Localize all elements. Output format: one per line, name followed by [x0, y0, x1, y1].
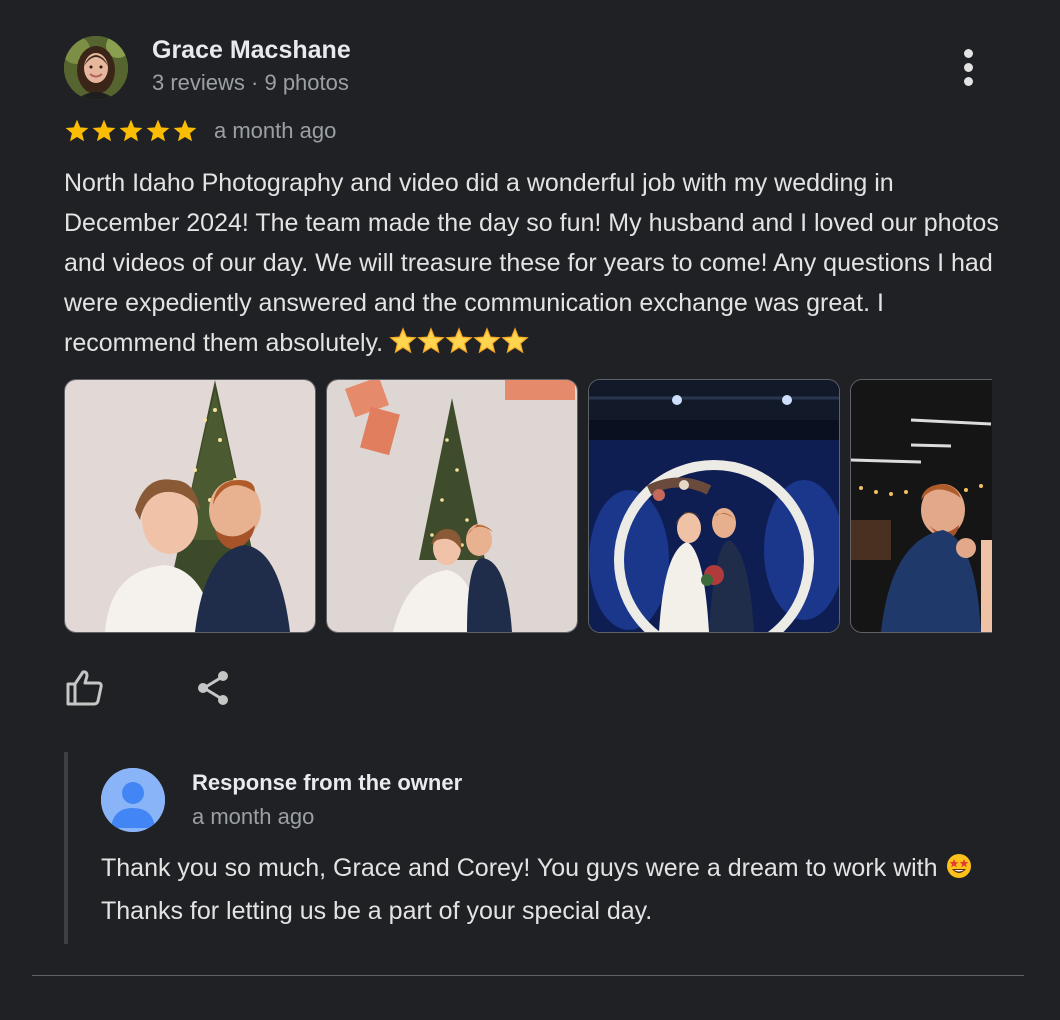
- owner-avatar: [101, 768, 165, 832]
- star-emoji-icon: [417, 327, 445, 354]
- star-rating: [64, 118, 198, 144]
- thumbs-up-icon: [66, 670, 103, 706]
- more-vert-icon-dot: [963, 76, 973, 86]
- wedding-photo-4[interactable]: [850, 379, 992, 633]
- more-options-button[interactable]: [948, 44, 988, 90]
- like-button[interactable]: [64, 666, 108, 710]
- star-icon: [119, 119, 143, 142]
- star-emoji-icon: [473, 327, 501, 354]
- person-icon: [101, 768, 165, 832]
- share-icon: [198, 671, 228, 705]
- reviewer-name[interactable]: Grace Macshane: [152, 36, 351, 65]
- review-date: a month ago: [214, 118, 337, 143]
- star-icon: [173, 119, 197, 142]
- reviewer-avatar[interactable]: [64, 36, 128, 100]
- star-icon: [146, 119, 170, 142]
- owner-response: Response from the owner a month ago Than…: [64, 752, 1008, 944]
- owner-response-title: Response from the owner: [192, 770, 463, 795]
- star-emoji-group: [389, 327, 529, 355]
- review-body: North Idaho Photography and video did a …: [64, 169, 999, 357]
- star-icon: [65, 119, 89, 142]
- reviewer-meta: 3 reviews · 9 photos: [152, 70, 349, 95]
- more-vert-icon-dot: [963, 48, 973, 58]
- owner-response-text: Thank you so much, Grace and Corey! You …: [101, 848, 1001, 931]
- star-emoji-icon: [445, 327, 473, 354]
- wedding-photo-2[interactable]: [326, 379, 578, 633]
- review-card: Grace Macshane 3 reviews · 9 photos a mo…: [0, 0, 1060, 1020]
- owner-response-text-part-2: Thanks for letting us be a part of your …: [101, 897, 653, 925]
- wedding-photo-1[interactable]: [64, 379, 316, 633]
- more-vert-icon-dot: [963, 62, 973, 72]
- star-struck-emoji-icon: [946, 851, 972, 891]
- owner-response-text-part-1: Thank you so much, Grace and Corey! You …: [101, 854, 938, 882]
- star-icon: [92, 119, 116, 142]
- rating-row: a month ago: [64, 116, 336, 146]
- star-emoji-icon: [389, 327, 417, 354]
- photo-strip: [64, 379, 992, 633]
- star-emoji-icon: [501, 327, 529, 354]
- share-button[interactable]: [192, 666, 236, 710]
- owner-response-date: a month ago: [192, 804, 315, 829]
- review-text: North Idaho Photography and video did a …: [64, 163, 1014, 363]
- divider: [32, 975, 1024, 976]
- wedding-photo-3[interactable]: [588, 379, 840, 633]
